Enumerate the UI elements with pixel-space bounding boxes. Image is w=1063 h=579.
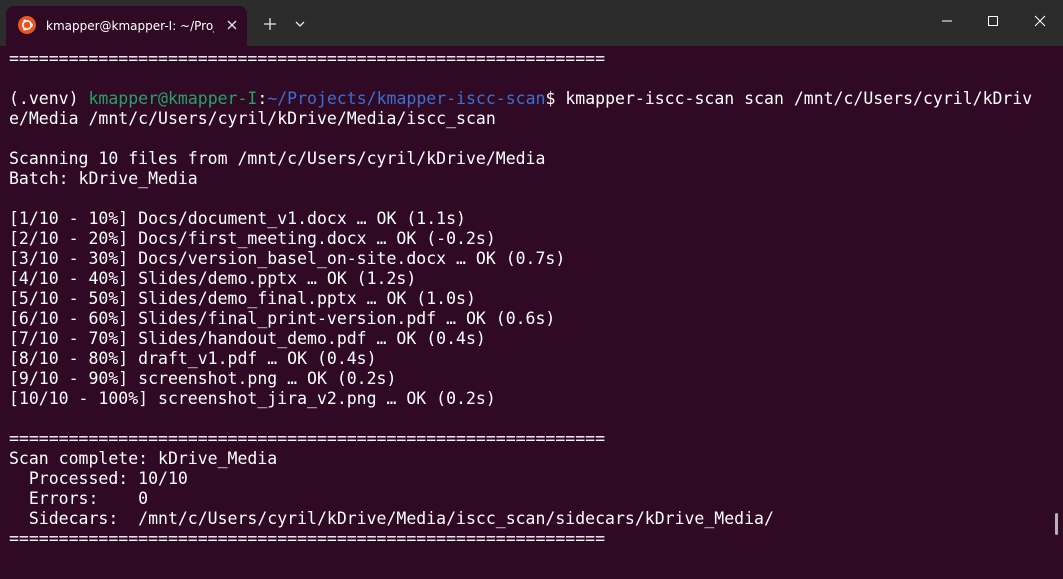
command-continuation: e/Media /mnt/c/Users/cyril/kDrive/Media/…	[9, 109, 496, 128]
progress-line: [7/10 - 70%] Slides/handout_demo.pdf … O…	[9, 329, 486, 348]
prompt-line: (.venv) kmapper@kmapper-I:~/Projects/kma…	[9, 89, 1032, 109]
close-icon[interactable]	[1017, 0, 1063, 42]
prompt-user: kmapper@kmapper-I	[88, 89, 258, 108]
progress-line: [2/10 - 20%] Docs/first_meeting.docx … O…	[9, 229, 496, 248]
errors-line: Errors: 0	[9, 489, 149, 508]
separator-line: ========================================…	[9, 49, 606, 68]
minimize-icon[interactable]	[924, 0, 970, 42]
terminal-output[interactable]: ========================================…	[0, 46, 1063, 579]
title-bar[interactable]: kmapper@kmapper-I: ~/Projects/kmapper-is…	[0, 0, 1063, 46]
venv-label: (.venv)	[9, 89, 89, 108]
tab-dropdown-chevron-down-icon[interactable]	[288, 12, 312, 36]
maximize-icon[interactable]	[970, 0, 1016, 42]
scan-complete-line: Scan complete: kDrive_Media	[9, 449, 278, 468]
prompt-colon: :	[257, 89, 268, 108]
tab-close-icon[interactable]	[222, 15, 242, 35]
progress-line: [3/10 - 30%] Docs/version_basel_on-site.…	[9, 249, 566, 268]
separator-line: ========================================…	[9, 529, 606, 548]
scrollbar-thumb[interactable]	[1055, 513, 1058, 535]
scanning-line: Scanning 10 files from /mnt/c/Users/cyri…	[9, 149, 546, 168]
prompt-path: ~/Projects/kmapper-iscc-scan	[267, 89, 546, 108]
command-text: kmapper-iscc-scan scan /mnt/c/Users/cyri…	[565, 89, 1033, 108]
prompt-symbol: $	[545, 89, 566, 108]
terminal-lines: ========================================…	[9, 49, 1032, 549]
progress-line: [9/10 - 90%] screenshot.png … OK (0.2s)	[9, 369, 397, 388]
progress-line: [1/10 - 10%] Docs/document_v1.docx … OK …	[9, 209, 466, 228]
tab-title: kmapper@kmapper-I: ~/Projects/kmapper-is…	[46, 19, 214, 33]
progress-line: [5/10 - 50%] Slides/demo_final.pptx … OK…	[9, 289, 476, 308]
progress-line: [4/10 - 40%] Slides/demo.pptx … OK (1.2s…	[9, 269, 417, 288]
new-tab-plus-icon[interactable]	[258, 12, 282, 36]
progress-line: [8/10 - 80%] draft_v1.pdf … OK (0.4s)	[9, 349, 377, 368]
terminal-window: kmapper@kmapper-I: ~/Projects/kmapper-is…	[0, 0, 1063, 579]
batch-line: Batch: kDrive_Media	[9, 169, 198, 188]
ubuntu-icon	[18, 16, 36, 34]
separator-line: ========================================…	[9, 429, 606, 448]
progress-line: [10/10 - 100%] screenshot_jira_v2.png … …	[9, 389, 496, 408]
progress-line: [6/10 - 60%] Slides/final_print-version.…	[9, 309, 556, 328]
terminal-tab[interactable]: kmapper@kmapper-I: ~/Projects/kmapper-is…	[6, 6, 247, 46]
sidecars-line: Sidecars: /mnt/c/Users/cyril/kDrive/Medi…	[9, 509, 774, 528]
processed-line: Processed: 10/10	[9, 469, 188, 488]
